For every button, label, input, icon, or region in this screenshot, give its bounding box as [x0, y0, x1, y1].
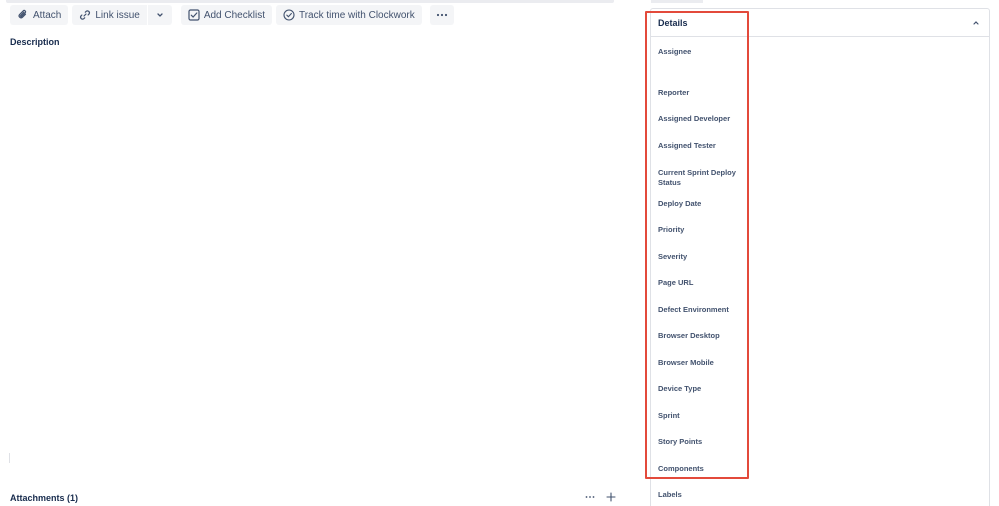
more-icon [436, 9, 448, 21]
attachments-heading: Attachments (1) [10, 493, 79, 503]
add-checklist-label: Add Checklist [203, 9, 265, 21]
attachments-add-icon[interactable] [605, 491, 617, 503]
field-label-current-sprint-deploy-status: Current Sprint Deploy Status [658, 168, 736, 187]
clock-check-icon [283, 9, 295, 21]
field-label-assignee: Assignee [658, 47, 692, 56]
scroll-strip [6, 0, 614, 3]
more-actions-button[interactable] [429, 5, 454, 25]
issue-toolbar: Attach Link issue Add Checklist Track ti… [10, 5, 458, 25]
attach-label: Attach [33, 9, 62, 21]
description-editor-marker [9, 453, 10, 463]
link-icon [79, 9, 91, 21]
field-label-sprint: Sprint [658, 411, 680, 420]
details-title: Details [658, 17, 688, 28]
add-checklist-button[interactable]: Add Checklist [180, 5, 272, 25]
field-label-reporter: Reporter [658, 88, 690, 97]
scroll-strip-right [651, 0, 703, 3]
field-label-device-type: Device Type [658, 384, 702, 393]
chevron-up-icon[interactable] [971, 18, 981, 28]
paperclip-icon [17, 9, 29, 21]
field-label-story-points: Story Points [658, 437, 703, 446]
track-time-label: Track time with Clockwork [298, 9, 415, 21]
details-header[interactable]: Details [651, 9, 989, 37]
attach-button[interactable]: Attach [10, 5, 69, 25]
checkbox-icon [188, 9, 200, 21]
link-issue-dropdown-button[interactable] [147, 5, 172, 25]
field-label-assigned-tester: Assigned Tester [658, 141, 716, 150]
field-label-priority: Priority [658, 225, 685, 234]
attachments-more-icon[interactable] [584, 491, 596, 503]
field-label-labels: Labels [658, 490, 682, 499]
field-label-browser-desktop: Browser Desktop [658, 331, 720, 340]
chevron-down-icon [154, 9, 166, 21]
attachments-actions [584, 491, 617, 503]
field-label-severity: Severity [658, 252, 688, 261]
link-issue-button[interactable]: Link issue [72, 5, 147, 25]
field-label-deploy-date: Deploy Date [658, 199, 702, 208]
issue-view: Attach Link issue Add Checklist Track ti… [0, 0, 999, 506]
track-time-button[interactable]: Track time with Clockwork [275, 5, 422, 25]
details-panel: Details Assignee Reporter Assigned Devel… [650, 8, 990, 506]
field-label-assigned-developer: Assigned Developer [658, 114, 731, 123]
field-label-page-url: Page URL [658, 278, 694, 287]
field-label-browser-mobile: Browser Mobile [658, 358, 714, 367]
link-issue-label: Link issue [95, 9, 140, 21]
description-heading: Description [10, 37, 60, 47]
field-label-defect-environment: Defect Environment [658, 305, 729, 314]
field-label-components: Components [658, 464, 704, 473]
